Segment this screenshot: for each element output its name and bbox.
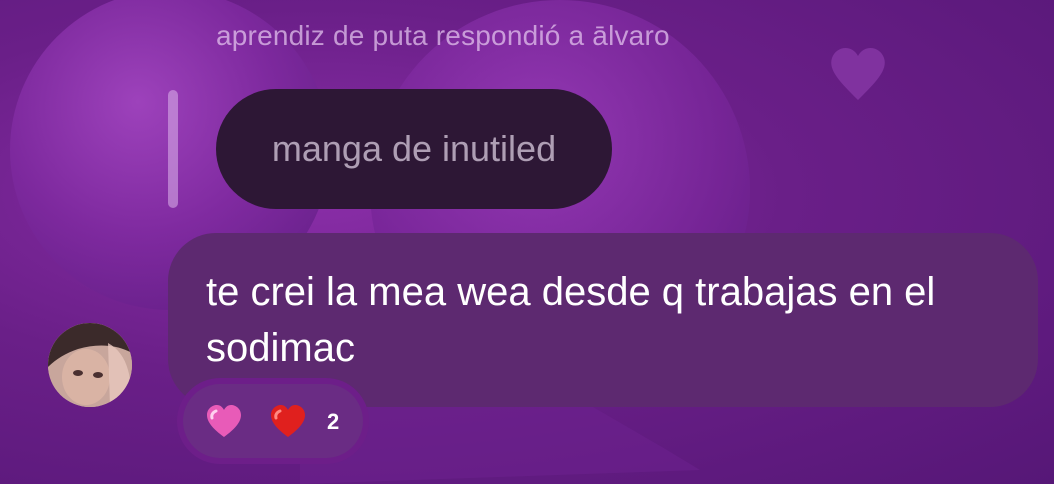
quoted-message-text: manga de inutiled [271, 128, 557, 169]
reaction-count: 2 [327, 409, 340, 434]
avatar-photo-icon [48, 323, 132, 407]
message-text: te crei la mea wea desde q trabajas en e… [206, 270, 936, 370]
reply-header: aprendiz de puta respondió a ālvaro [216, 20, 670, 51]
avatar[interactable] [48, 323, 132, 407]
reply-indicator-bar [168, 90, 178, 208]
quoted-message-bubble[interactable]: manga de inutiled [216, 89, 612, 209]
pink-heart-icon [207, 405, 241, 437]
red-heart-icon [271, 405, 305, 437]
